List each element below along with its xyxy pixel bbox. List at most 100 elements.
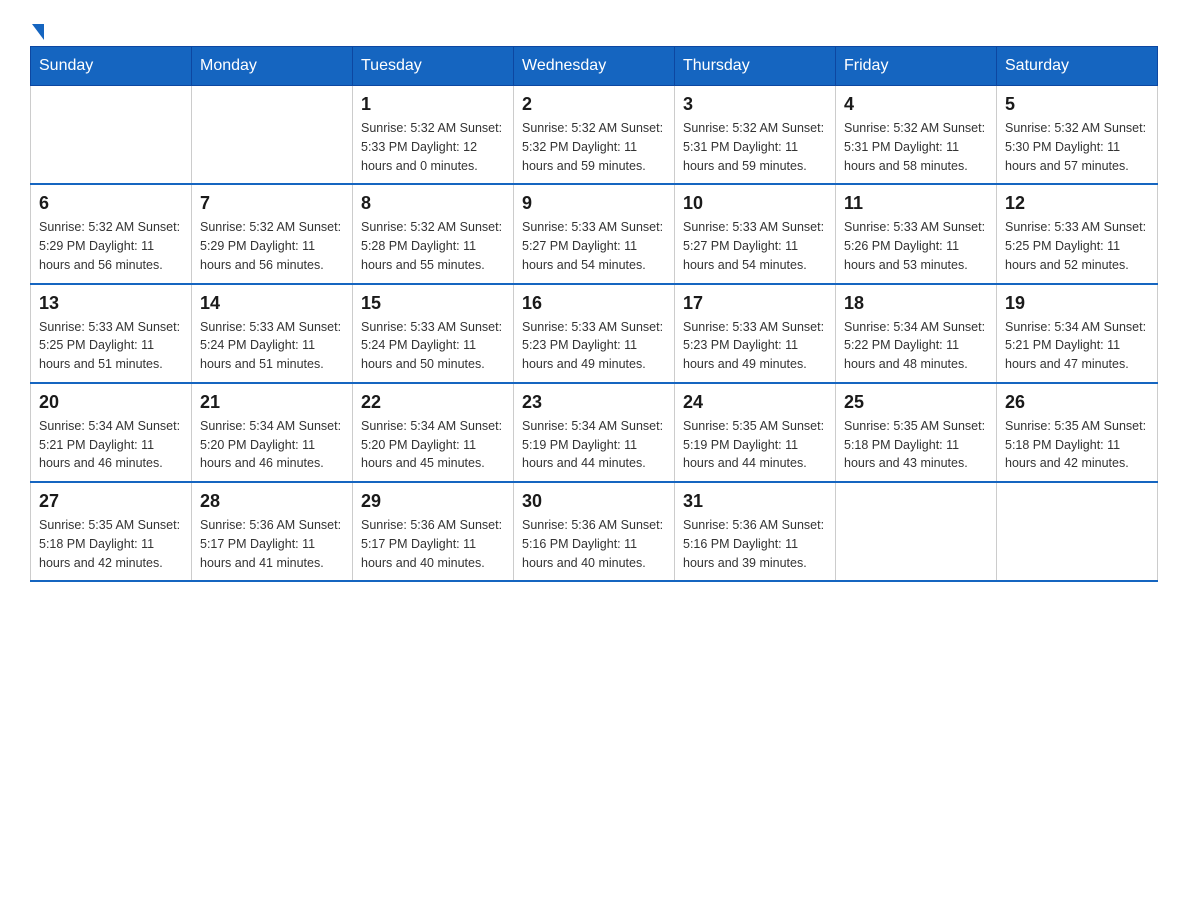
calendar-cell: 22 Sunrise: 5:34 AM Sunset: 5:20 PM Dayli…	[353, 383, 514, 482]
day-info: Sunrise: 5:33 AM Sunset: 5:27 PM Dayligh…	[683, 218, 827, 274]
day-number: 25	[844, 392, 988, 413]
day-info: Sunrise: 5:35 AM Sunset: 5:19 PM Dayligh…	[683, 417, 827, 473]
day-number: 24	[683, 392, 827, 413]
calendar-cell: 27 Sunrise: 5:35 AM Sunset: 5:18 PM Dayli…	[31, 482, 192, 581]
calendar-cell: 3 Sunrise: 5:32 AM Sunset: 5:31 PM Daylig…	[675, 86, 836, 185]
day-info: Sunrise: 5:34 AM Sunset: 5:19 PM Dayligh…	[522, 417, 666, 473]
day-number: 18	[844, 293, 988, 314]
day-info: Sunrise: 5:33 AM Sunset: 5:26 PM Dayligh…	[844, 218, 988, 274]
calendar-cell: 18 Sunrise: 5:34 AM Sunset: 5:22 PM Dayli…	[836, 284, 997, 383]
day-info: Sunrise: 5:32 AM Sunset: 5:29 PM Dayligh…	[200, 218, 344, 274]
day-number: 22	[361, 392, 505, 413]
day-info: Sunrise: 5:32 AM Sunset: 5:30 PM Dayligh…	[1005, 119, 1149, 175]
day-info: Sunrise: 5:34 AM Sunset: 5:21 PM Dayligh…	[1005, 318, 1149, 374]
calendar-week-row: 1 Sunrise: 5:32 AM Sunset: 5:33 PM Daylig…	[31, 86, 1158, 185]
calendar-cell: 4 Sunrise: 5:32 AM Sunset: 5:31 PM Daylig…	[836, 86, 997, 185]
day-info: Sunrise: 5:33 AM Sunset: 5:25 PM Dayligh…	[1005, 218, 1149, 274]
day-number: 1	[361, 94, 505, 115]
day-number: 2	[522, 94, 666, 115]
day-number: 3	[683, 94, 827, 115]
day-number: 27	[39, 491, 183, 512]
day-number: 7	[200, 193, 344, 214]
day-number: 13	[39, 293, 183, 314]
calendar-header-saturday: Saturday	[997, 47, 1158, 86]
day-info: Sunrise: 5:35 AM Sunset: 5:18 PM Dayligh…	[39, 516, 183, 572]
day-number: 12	[1005, 193, 1149, 214]
calendar-week-row: 13 Sunrise: 5:33 AM Sunset: 5:25 PM Dayli…	[31, 284, 1158, 383]
day-info: Sunrise: 5:33 AM Sunset: 5:27 PM Dayligh…	[522, 218, 666, 274]
calendar-cell: 21Sunrise: 5:34 AM Sunset: 5:20 PM Dayli…	[192, 383, 353, 482]
day-info: Sunrise: 5:32 AM Sunset: 5:31 PM Dayligh…	[683, 119, 827, 175]
calendar-cell	[192, 86, 353, 185]
day-info: Sunrise: 5:33 AM Sunset: 5:23 PM Dayligh…	[522, 318, 666, 374]
day-info: Sunrise: 5:36 AM Sunset: 5:16 PM Dayligh…	[683, 516, 827, 572]
day-number: 28	[200, 491, 344, 512]
calendar-cell: 8Sunrise: 5:32 AM Sunset: 5:28 PM Daylig…	[353, 184, 514, 283]
calendar-cell: 10 Sunrise: 5:33 AM Sunset: 5:27 PM Dayli…	[675, 184, 836, 283]
logo-arrow-icon	[32, 24, 44, 40]
calendar-cell: 31 Sunrise: 5:36 AM Sunset: 5:16 PM Dayli…	[675, 482, 836, 581]
day-number: 21	[200, 392, 344, 413]
calendar-header-row: SundayMondayTuesdayWednesdayThursdayFrid…	[31, 47, 1158, 86]
day-info: Sunrise: 5:33 AM Sunset: 5:25 PM Dayligh…	[39, 318, 183, 374]
day-number: 20	[39, 392, 183, 413]
day-number: 14	[200, 293, 344, 314]
calendar-cell: 25Sunrise: 5:35 AM Sunset: 5:18 PM Dayli…	[836, 383, 997, 482]
calendar-cell: 1 Sunrise: 5:32 AM Sunset: 5:33 PM Daylig…	[353, 86, 514, 185]
day-info: Sunrise: 5:32 AM Sunset: 5:33 PM Dayligh…	[361, 119, 505, 175]
calendar-cell: 28 Sunrise: 5:36 AM Sunset: 5:17 PM Dayli…	[192, 482, 353, 581]
day-number: 26	[1005, 392, 1149, 413]
calendar-table: SundayMondayTuesdayWednesdayThursdayFrid…	[30, 46, 1158, 582]
day-info: Sunrise: 5:32 AM Sunset: 5:31 PM Dayligh…	[844, 119, 988, 175]
calendar-cell: 9Sunrise: 5:33 AM Sunset: 5:27 PM Daylig…	[514, 184, 675, 283]
day-number: 31	[683, 491, 827, 512]
calendar-cell: 24 Sunrise: 5:35 AM Sunset: 5:19 PM Dayli…	[675, 383, 836, 482]
day-number: 4	[844, 94, 988, 115]
calendar-cell: 13 Sunrise: 5:33 AM Sunset: 5:25 PM Dayli…	[31, 284, 192, 383]
calendar-header-thursday: Thursday	[675, 47, 836, 86]
day-info: Sunrise: 5:36 AM Sunset: 5:17 PM Dayligh…	[200, 516, 344, 572]
day-info: Sunrise: 5:35 AM Sunset: 5:18 PM Dayligh…	[1005, 417, 1149, 473]
calendar-header-monday: Monday	[192, 47, 353, 86]
calendar-cell: 5 Sunrise: 5:32 AM Sunset: 5:30 PM Daylig…	[997, 86, 1158, 185]
day-number: 29	[361, 491, 505, 512]
calendar-cell: 11 Sunrise: 5:33 AM Sunset: 5:26 PM Dayli…	[836, 184, 997, 283]
calendar-header-sunday: Sunday	[31, 47, 192, 86]
day-number: 11	[844, 193, 988, 214]
calendar-cell: 2 Sunrise: 5:32 AM Sunset: 5:32 PM Daylig…	[514, 86, 675, 185]
day-info: Sunrise: 5:34 AM Sunset: 5:20 PM Dayligh…	[361, 417, 505, 473]
calendar-cell: 19 Sunrise: 5:34 AM Sunset: 5:21 PM Dayli…	[997, 284, 1158, 383]
day-number: 30	[522, 491, 666, 512]
calendar-header-tuesday: Tuesday	[353, 47, 514, 86]
page-header	[30, 20, 1158, 36]
day-info: Sunrise: 5:32 AM Sunset: 5:28 PM Dayligh…	[361, 218, 505, 274]
calendar-cell: 14Sunrise: 5:33 AM Sunset: 5:24 PM Dayli…	[192, 284, 353, 383]
calendar-week-row: 27 Sunrise: 5:35 AM Sunset: 5:18 PM Dayli…	[31, 482, 1158, 581]
calendar-cell	[836, 482, 997, 581]
calendar-week-row: 20 Sunrise: 5:34 AM Sunset: 5:21 PM Dayli…	[31, 383, 1158, 482]
calendar-cell: 6 Sunrise: 5:32 AM Sunset: 5:29 PM Daylig…	[31, 184, 192, 283]
day-info: Sunrise: 5:34 AM Sunset: 5:22 PM Dayligh…	[844, 318, 988, 374]
calendar-cell	[31, 86, 192, 185]
day-number: 15	[361, 293, 505, 314]
day-info: Sunrise: 5:32 AM Sunset: 5:32 PM Dayligh…	[522, 119, 666, 175]
day-info: Sunrise: 5:32 AM Sunset: 5:29 PM Dayligh…	[39, 218, 183, 274]
calendar-cell: 30 Sunrise: 5:36 AM Sunset: 5:16 PM Dayli…	[514, 482, 675, 581]
calendar-cell: 15Sunrise: 5:33 AM Sunset: 5:24 PM Dayli…	[353, 284, 514, 383]
day-number: 10	[683, 193, 827, 214]
calendar-cell: 17Sunrise: 5:33 AM Sunset: 5:23 PM Dayli…	[675, 284, 836, 383]
day-info: Sunrise: 5:34 AM Sunset: 5:21 PM Dayligh…	[39, 417, 183, 473]
calendar-header-wednesday: Wednesday	[514, 47, 675, 86]
day-info: Sunrise: 5:36 AM Sunset: 5:17 PM Dayligh…	[361, 516, 505, 572]
calendar-cell: 20 Sunrise: 5:34 AM Sunset: 5:21 PM Dayli…	[31, 383, 192, 482]
day-number: 23	[522, 392, 666, 413]
day-info: Sunrise: 5:33 AM Sunset: 5:23 PM Dayligh…	[683, 318, 827, 374]
calendar-cell: 23 Sunrise: 5:34 AM Sunset: 5:19 PM Dayli…	[514, 383, 675, 482]
day-number: 6	[39, 193, 183, 214]
day-number: 19	[1005, 293, 1149, 314]
day-info: Sunrise: 5:36 AM Sunset: 5:16 PM Dayligh…	[522, 516, 666, 572]
day-number: 16	[522, 293, 666, 314]
calendar-week-row: 6 Sunrise: 5:32 AM Sunset: 5:29 PM Daylig…	[31, 184, 1158, 283]
day-number: 5	[1005, 94, 1149, 115]
logo	[30, 20, 44, 36]
